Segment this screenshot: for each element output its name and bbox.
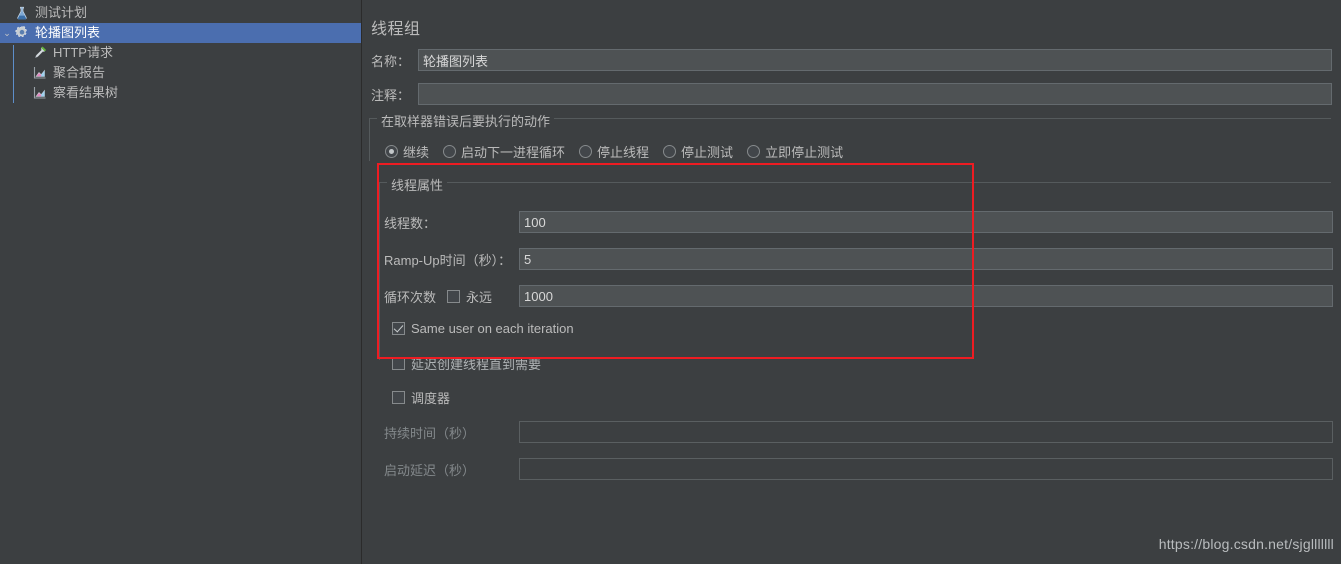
- scheduler-row: 调度器: [392, 388, 450, 407]
- chart-icon: [32, 65, 50, 81]
- chevron-down-icon[interactable]: ⌄: [0, 23, 14, 43]
- delayed-start-checkbox[interactable]: 延迟创建线程直到需要: [392, 354, 541, 373]
- radio-label: 继续: [403, 145, 430, 160]
- radio-label: 启动下一进程循环: [461, 145, 566, 160]
- radio-label: 停止测试: [681, 145, 734, 160]
- loop-count-input[interactable]: [519, 285, 1333, 307]
- forever-checkbox[interactable]: 永远: [447, 287, 519, 306]
- comment-label: 注释：: [371, 87, 411, 103]
- tree-item-label: HTTP请求: [53, 45, 113, 60]
- radio-mark-icon: [663, 145, 677, 158]
- name-input[interactable]: [418, 49, 1332, 71]
- tree-item-label: 测试计划: [35, 5, 88, 20]
- name-label: 名称：: [371, 53, 411, 69]
- radio-start-next-loop[interactable]: 启动下一进程循环: [443, 142, 565, 161]
- comment-input[interactable]: [418, 83, 1332, 105]
- thread-count-input[interactable]: [519, 211, 1333, 233]
- tree-item-label: 聚合报告: [53, 65, 106, 80]
- tree-item-thread-group[interactable]: ⌄ 轮播图列表: [0, 23, 361, 43]
- thread-group-editor: 线程组 名称： 注释： 在取样器错误后要执行的动作 继续 启动下一进程循环: [362, 0, 1341, 564]
- checkbox-mark-icon: [392, 357, 405, 370]
- checkbox-mark-icon: [392, 322, 405, 335]
- duration-label: 持续时间（秒）: [384, 425, 476, 441]
- error-action-title: 在取样器错误后要执行的动作: [377, 111, 555, 130]
- scheduler-label: 调度器: [411, 391, 451, 406]
- tree-item-label: 察看结果树: [53, 85, 119, 100]
- error-action-radio-group[interactable]: 继续 启动下一进程循环 停止线程 停止测试 立即停止测试: [385, 142, 857, 161]
- rampup-row: Ramp-Up时间（秒）：: [384, 248, 1333, 270]
- pipette-icon: [32, 45, 50, 61]
- radio-continue[interactable]: 继续: [385, 142, 429, 161]
- chart-icon: [32, 85, 50, 101]
- loop-count-label: 循环次数: [384, 289, 437, 305]
- radio-mark-icon: [579, 145, 593, 158]
- tree-item-view-results-tree[interactable]: 察看结果树: [0, 83, 361, 103]
- duration-input: [519, 421, 1333, 443]
- scheduler-checkbox[interactable]: 调度器: [392, 388, 450, 407]
- radio-label: 立即停止测试: [765, 145, 844, 160]
- tree-item-http-request[interactable]: HTTP请求: [0, 43, 361, 63]
- radio-stop-test[interactable]: 停止测试: [663, 142, 733, 161]
- flask-icon: [14, 5, 32, 21]
- startup-delay-label: 启动延迟（秒）: [384, 462, 476, 478]
- radio-stop-thread[interactable]: 停止线程: [579, 142, 649, 161]
- delayed-start-row: 延迟创建线程直到需要: [392, 354, 541, 373]
- startup-delay-row: 启动延迟（秒）: [384, 458, 1333, 480]
- tree-item-aggregate-report[interactable]: 聚合报告: [0, 63, 361, 83]
- forever-label: 永远: [466, 289, 493, 305]
- checkbox-mark-icon: [392, 391, 405, 404]
- rampup-input[interactable]: [519, 248, 1333, 270]
- same-user-row: Same user on each iteration: [392, 321, 574, 336]
- delayed-start-label: 延迟创建线程直到需要: [411, 357, 542, 372]
- startup-delay-input: [519, 458, 1333, 480]
- radio-mark-icon: [385, 145, 398, 158]
- watermark-text: https://blog.csdn.net/sjglllllll: [1158, 536, 1334, 552]
- same-user-checkbox[interactable]: Same user on each iteration: [392, 321, 574, 336]
- tree-item-test-plan[interactable]: 测试计划: [0, 3, 361, 23]
- rampup-label: Ramp-Up时间（秒）：: [384, 252, 512, 268]
- radio-mark-icon: [443, 145, 457, 158]
- page-title: 线程组: [371, 21, 421, 38]
- gear-icon: [14, 25, 32, 41]
- test-plan-tree[interactable]: 测试计划 ⌄ 轮播图列表 HTTP请求 聚合报告 察看结果树: [0, 0, 362, 564]
- same-user-label: Same user on each iteration: [411, 321, 574, 336]
- thread-properties-title: 线程属性: [387, 175, 448, 194]
- tree-item-label: 轮播图列表: [35, 25, 101, 40]
- thread-count-label: 线程数：: [384, 215, 437, 231]
- name-field-row: 名称：: [371, 49, 1335, 71]
- radio-stop-test-now[interactable]: 立即停止测试: [747, 142, 843, 161]
- jmeter-window: 测试计划 ⌄ 轮播图列表 HTTP请求 聚合报告 察看结果树 线程组 名称： 轮…: [0, 0, 1341, 564]
- comment-field-row: 注释：: [371, 83, 1335, 105]
- radio-mark-icon: [747, 145, 761, 158]
- thread-count-row: 线程数：: [384, 211, 1333, 233]
- loop-count-row: 循环次数 永远: [384, 285, 1333, 307]
- checkbox-mark-icon: [447, 289, 460, 303]
- radio-label: 停止线程: [597, 145, 650, 160]
- duration-row: 持续时间（秒）: [384, 421, 1333, 443]
